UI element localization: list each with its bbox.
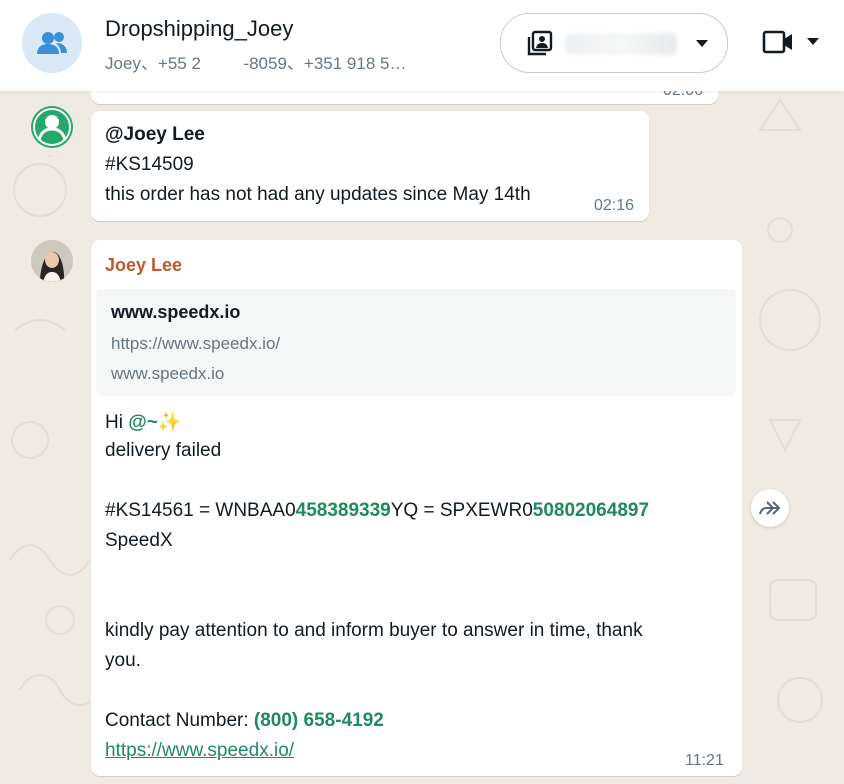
message-text: delivery failed [105, 440, 222, 461]
message-text: this order has not had any updates since… [105, 184, 531, 205]
sparkles-emoji: ✨ [157, 412, 182, 433]
phone-number-link[interactable]: 458389339 [296, 500, 391, 521]
group-avatar[interactable] [22, 13, 82, 73]
person-photo-icon [31, 240, 73, 282]
sender-avatar-default[interactable] [31, 106, 73, 148]
chat-participants[interactable]: Joey、+55 2 -8059、+351 918 5… [105, 49, 475, 74]
message-text: you. [105, 650, 141, 671]
message-text: kindly pay attention to and inform buyer… [105, 620, 643, 641]
message-bubble[interactable]: @Joey Lee #KS14509 this order has not ha… [91, 111, 649, 221]
sender-name[interactable]: Joey Lee [105, 255, 182, 276]
link-preview-domain: www.speedx.io [111, 364, 225, 383]
phone-number-link[interactable]: 50802064897 [533, 500, 649, 521]
message-text: SpeedX [105, 530, 173, 551]
chat-title[interactable]: Dropshipping_Joey [105, 16, 293, 42]
tracking-line: #KS14561 = WNBAA0458389339YQ = SPXEWR050… [105, 500, 649, 522]
link-preview-title: www.speedx.io [111, 302, 241, 322]
chevron-down-icon [696, 40, 708, 47]
sender-avatar-photo[interactable] [31, 240, 73, 282]
message-time: 02:16 [594, 197, 635, 214]
message-text: Hi [105, 412, 129, 433]
message-bubble[interactable]: Joey Lee www.speedx.io https://www.speed… [91, 240, 742, 776]
contact-card-icon [527, 30, 553, 56]
chat-header: Dropshipping_Joey Joey、+55 2 -8059、+351 … [0, 0, 844, 91]
link-preview-url: https://www.speedx.io/ [111, 334, 281, 353]
message-text: #KS14509 [105, 154, 194, 175]
blurred-contact-label [565, 33, 677, 55]
video-call-icon[interactable] [762, 30, 794, 54]
mention-link[interactable]: @~ [128, 412, 158, 433]
forward-message-button[interactable] [751, 489, 789, 527]
video-options-chevron-icon[interactable] [806, 37, 820, 46]
contact-selector-button[interactable] [500, 13, 728, 73]
link-preview-card[interactable]: www.speedx.io https://www.speedx.io/ www… [96, 289, 736, 396]
person-icon [33, 108, 71, 146]
forward-icon [759, 501, 781, 515]
message-time: 11:21 [685, 752, 724, 769]
group-icon [37, 32, 67, 54]
contact-line: Contact Number: (800) 658-4192 [105, 710, 384, 732]
message-text: Contact Number: [105, 710, 254, 731]
phone-number-link[interactable]: (800) 658-4192 [254, 710, 384, 731]
message-text: #KS14561 = WNBAA0 [105, 500, 296, 521]
message-greeting-line: Hi @~✨ [105, 410, 182, 434]
web-link[interactable]: https://www.speedx.io/ [105, 740, 294, 762]
message-text: YQ = SPXEWR0 [390, 500, 533, 521]
mention-link[interactable]: @Joey Lee [105, 124, 205, 146]
